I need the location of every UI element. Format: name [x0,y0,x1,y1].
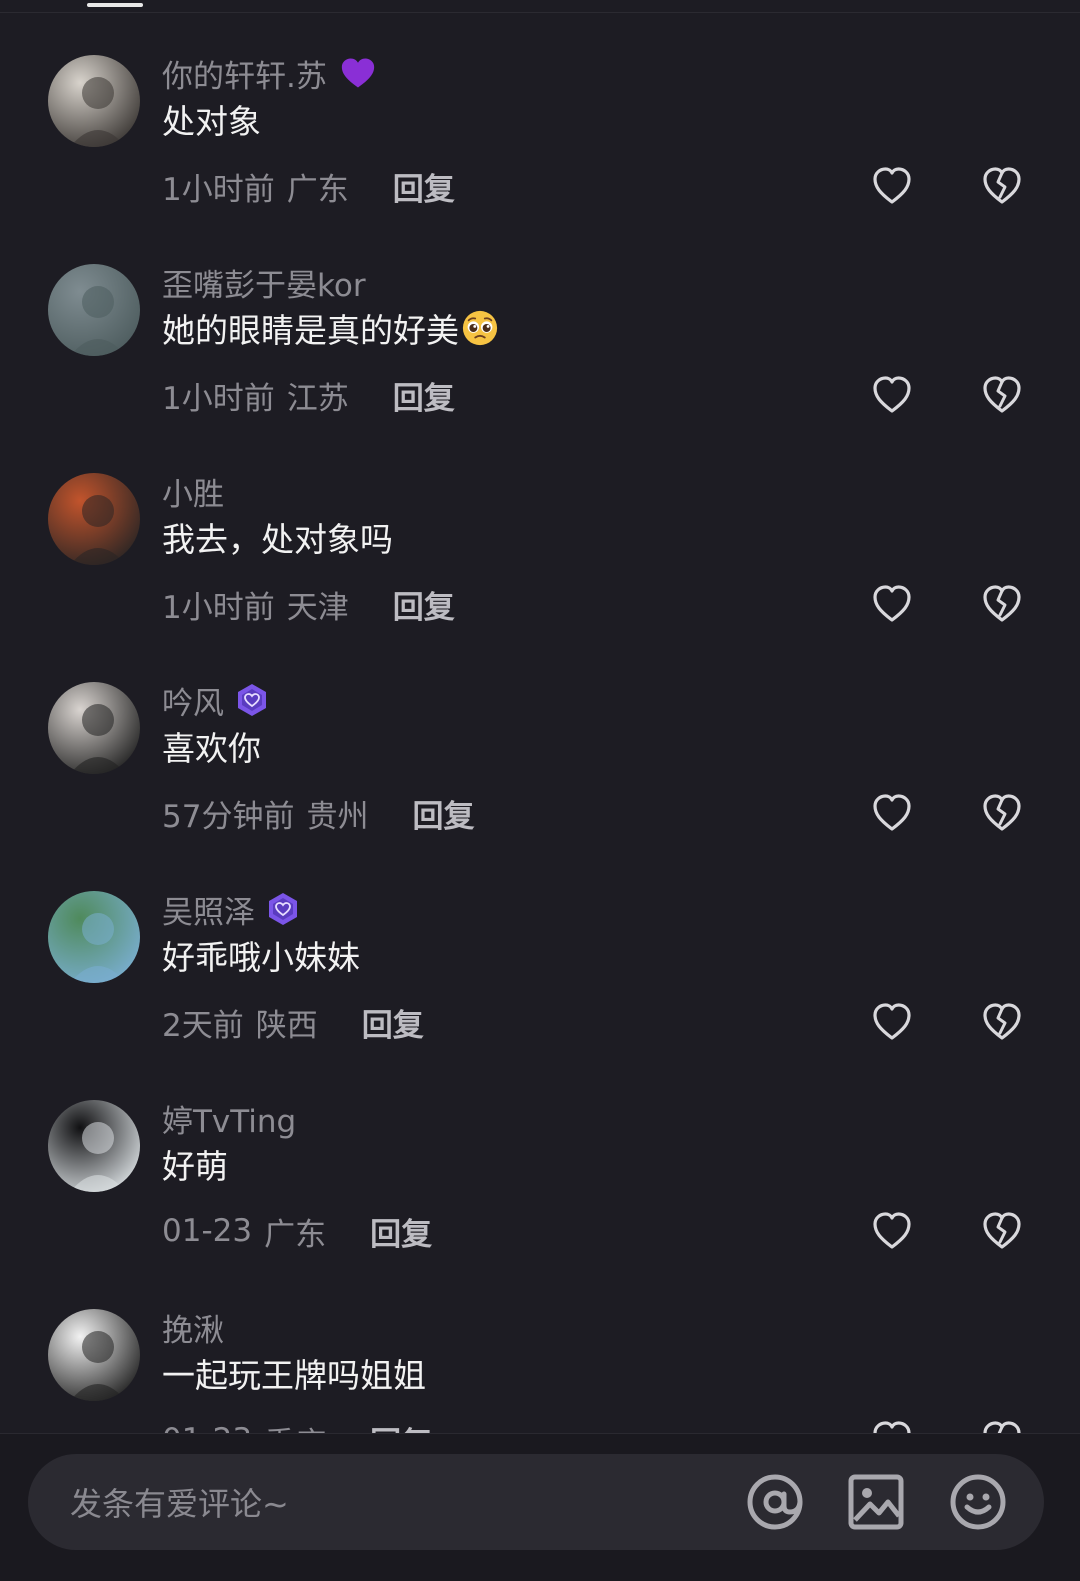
avatar[interactable] [48,682,140,774]
avatar[interactable] [48,1100,140,1192]
reply-button[interactable]: 回复 [370,1209,432,1254]
comment-location: 广东 [264,1216,327,1253]
avatar[interactable] [48,1309,140,1401]
heart-outline-icon[interactable] [870,582,914,626]
purple-heart-emoji-icon [341,58,375,88]
comment-time: 57分钟前 [162,798,295,835]
heart-outline-icon[interactable] [870,791,914,835]
avatar[interactable] [48,473,140,565]
comment-input-placeholder: 发条有爱评论~ [70,1485,289,1523]
comment-username[interactable]: 歪嘴彭于晏kor [162,262,366,304]
comment-text: 我去，处对象吗 [162,514,393,560]
comment-username[interactable]: 挽湫 [162,1307,224,1349]
comment-text: 一起玩王牌吗姐姐 [162,1350,426,1396]
comment-username[interactable]: 吴照泽 [162,889,301,931]
comment-time: 01-23 [162,1213,253,1249]
reply-button[interactable]: 回复 [393,164,455,209]
comment-text: 喜欢你 [162,723,261,769]
comment-meta: 2天前 陕西 回复 [162,1000,424,1044]
broken-heart-icon[interactable] [980,373,1024,417]
username-text: 挽湫 [162,1312,224,1349]
comment-username[interactable]: 婷TvTing [162,1098,297,1140]
comment-location: 江苏 [286,380,349,417]
comment-text: 好乖哦小妹妹 [162,932,360,978]
comment-text: 她的眼睛是真的好美 [162,305,499,351]
at-icon[interactable] [745,1472,805,1532]
username-text: 吴照泽 [162,894,255,931]
image-icon[interactable] [846,1472,906,1532]
comment-text-content: 她的眼睛是真的好美 [162,311,459,350]
fan-badge-icon [238,684,266,716]
username-text: 婷TvTing [162,1103,297,1140]
username-text: 小胜 [162,476,224,513]
reply-button[interactable]: 回复 [362,1000,424,1045]
comment-item: 挽湫 一起玩王牌吗姐姐 01-23 重庆 回复 [0,1254,1080,1444]
broken-heart-icon[interactable] [980,164,1024,208]
comment-username[interactable]: 吟风 [162,680,270,722]
comment-text-content: 一起玩王牌吗姐姐 [162,1356,426,1395]
comment-username[interactable]: 你的轩轩.苏 [162,53,377,95]
comment-text-content: 好萌 [162,1147,228,1186]
avatar[interactable] [48,891,140,983]
comment-location: 天津 [286,589,349,626]
fan-badge-icon [269,893,297,925]
comment-list[interactable]: 你的轩轩.苏 处对象 1小时前 广东 回复 歪嘴彭于晏kor 她的眼睛是真的好美… [0,0,1080,1444]
avatar[interactable] [48,55,140,147]
comment-item: 吟风 喜欢你 57分钟前 贵州 回复 [0,627,1080,837]
comment-time: 1小时前 [162,171,275,208]
username-text: 吟风 [162,685,224,722]
comment-meta: 57分钟前 贵州 回复 [162,791,474,835]
reply-button[interactable]: 回复 [393,373,455,418]
comment-text-content: 喜欢你 [162,729,261,768]
comment-item: 吴照泽 好乖哦小妹妹 2天前 陕西 回复 [0,836,1080,1046]
comment-text-content: 处对象 [162,102,261,141]
heart-outline-icon[interactable] [870,164,914,208]
pleading-face-emoji-icon [462,310,498,346]
comment-meta: 1小时前 江苏 回复 [162,373,455,417]
emoji-icon[interactable] [948,1472,1008,1532]
username-text: 歪嘴彭于晏kor [162,267,366,304]
comment-text-content: 好乖哦小妹妹 [162,938,360,977]
comment-time: 1小时前 [162,380,275,417]
comment-item: 你的轩轩.苏 处对象 1小时前 广东 回复 [0,0,1080,210]
comment-input-bar: 发条有爱评论~ [0,1433,1080,1581]
comment-location: 陕西 [255,1007,318,1044]
comment-text: 好萌 [162,1141,228,1187]
heart-outline-icon[interactable] [870,1000,914,1044]
heart-outline-icon[interactable] [870,1209,914,1253]
reply-button[interactable]: 回复 [393,582,455,627]
reply-button[interactable]: 回复 [412,791,474,836]
comment-item: 婷TvTing 好萌 01-23 广东 回复 [0,1045,1080,1255]
comment-item: 歪嘴彭于晏kor 她的眼睛是真的好美 1小时前 江苏 回复 [0,209,1080,419]
broken-heart-icon[interactable] [980,1209,1024,1253]
comment-text-content: 我去，处对象吗 [162,520,393,559]
avatar[interactable] [48,264,140,356]
broken-heart-icon[interactable] [980,1000,1024,1044]
broken-heart-icon[interactable] [980,791,1024,835]
comment-meta: 1小时前 天津 回复 [162,582,455,626]
comment-location: 贵州 [306,798,369,835]
comment-location: 广东 [286,171,349,208]
comment-meta: 01-23 广东 回复 [162,1209,432,1253]
heart-outline-icon[interactable] [870,373,914,417]
broken-heart-icon[interactable] [980,582,1024,626]
comment-text: 处对象 [162,96,261,142]
comment-time: 2天前 [162,1007,244,1044]
comment-meta: 1小时前 广东 回复 [162,164,455,208]
comment-time: 1小时前 [162,589,275,626]
comment-item: 小胜 我去，处对象吗 1小时前 天津 回复 [0,418,1080,628]
username-text: 你的轩轩.苏 [162,58,327,95]
comment-username[interactable]: 小胜 [162,471,224,513]
